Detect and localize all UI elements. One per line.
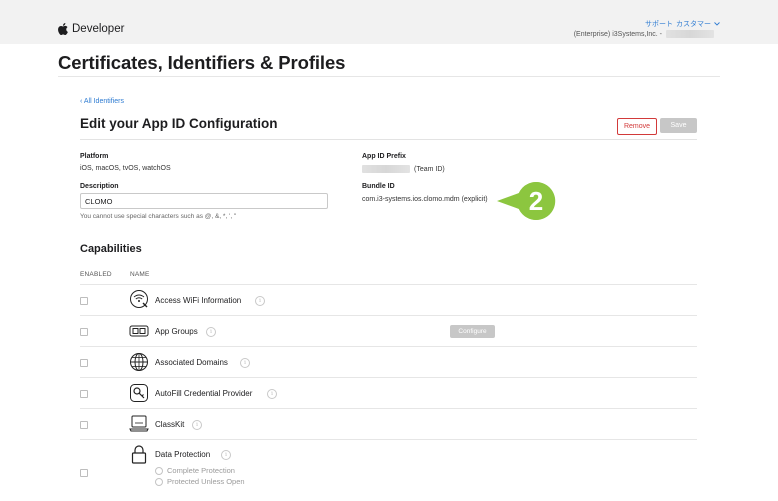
info-icon[interactable]: i: [267, 389, 277, 399]
option-label: Protected Unless Open: [167, 477, 245, 486]
radio-button[interactable]: [155, 466, 163, 475]
app-id-prefix-label: App ID Prefix: [362, 153, 406, 160]
option-label: Complete Protection: [167, 466, 235, 475]
wifi-info-icon: [130, 290, 148, 308]
redacted-account-name: [666, 30, 714, 38]
remove-button[interactable]: Remove: [617, 118, 657, 135]
capability-name: Associated Domains: [155, 358, 228, 367]
account-selector[interactable]: (Enterprise) i3Systems,Inc. -: [574, 30, 714, 38]
top-bar: Developer サポート カスタマー (Enterprise) i3Syst…: [0, 0, 778, 44]
step-badge-icon: 2: [497, 182, 556, 220]
autofill-checkbox[interactable]: [80, 390, 88, 398]
capability-name: App Groups: [155, 327, 198, 336]
platform-value: iOS, macOS, tvOS, watchOS: [80, 165, 171, 172]
capability-row-data-protection: Data Protection i Complete Protection Pr…: [80, 439, 697, 501]
description-label: Description: [80, 183, 119, 190]
lock-icon: [131, 445, 147, 464]
capability-name: ClassKit: [155, 420, 185, 429]
info-icon[interactable]: i: [221, 450, 231, 460]
associated-domains-checkbox[interactable]: [80, 359, 88, 367]
capability-row-autofill: AutoFill Credential Provider i: [80, 377, 697, 409]
title-divider: [58, 76, 720, 77]
info-icon[interactable]: i: [192, 420, 202, 430]
description-value: CLOMO: [85, 196, 113, 206]
capabilities-title: Capabilities: [80, 243, 142, 255]
bundle-id-label: Bundle ID: [362, 183, 395, 190]
app-groups-icon: [129, 325, 149, 337]
description-hint: You cannot use special characters such a…: [80, 213, 237, 220]
protected-unless-open-option[interactable]: Protected Unless Open: [155, 477, 245, 486]
classkit-checkbox[interactable]: [80, 421, 88, 429]
edit-title: Edit your App ID Configuration: [80, 116, 278, 131]
enabled-column-header: ENABLED: [80, 271, 112, 278]
brand-name: Developer: [72, 23, 125, 35]
globe-icon: [130, 353, 148, 371]
all-identifiers-link[interactable]: ‹ All Identifiers: [80, 98, 124, 105]
save-button[interactable]: Save: [660, 118, 697, 133]
bundle-id-value: com.i3-systems.ios.clomo.mdm (explicit): [362, 196, 488, 203]
capability-row-wifi: Access WiFi Information i: [80, 284, 697, 316]
data-protection-checkbox[interactable]: [80, 469, 88, 477]
platform-label: Platform: [80, 153, 109, 160]
capability-name: AutoFill Credential Provider: [155, 389, 253, 398]
section-divider: [80, 139, 697, 140]
customer-label: カスタマー: [676, 21, 711, 28]
capability-name: Data Protection: [155, 450, 211, 459]
capability-row-app-groups: App Groups i Configure: [80, 315, 697, 347]
developer-brand[interactable]: Developer: [58, 22, 124, 36]
app-id-prefix-value: (Team ID): [362, 165, 445, 173]
info-icon[interactable]: i: [240, 358, 250, 368]
apple-logo-icon: [58, 23, 68, 35]
description-input[interactable]: CLOMO: [80, 193, 328, 209]
redacted-team-id: [362, 165, 410, 173]
step-number: 2: [529, 186, 543, 216]
chevron-down-icon: [714, 22, 720, 26]
radio-button[interactable]: [155, 477, 163, 486]
team-id-suffix: (Team ID): [414, 165, 445, 173]
name-column-header: NAME: [130, 271, 150, 278]
capability-row-associated-domains: Associated Domains i: [80, 346, 697, 378]
account-label: (Enterprise) i3Systems,Inc. -: [573, 30, 662, 38]
wifi-checkbox[interactable]: [80, 297, 88, 305]
configure-button[interactable]: Configure: [450, 325, 495, 338]
info-icon[interactable]: i: [255, 296, 265, 306]
capability-name: Access WiFi Information: [155, 296, 242, 305]
info-icon[interactable]: i: [206, 327, 216, 337]
page-title: Certificates, Identifiers & Profiles: [58, 52, 346, 73]
capability-row-classkit: ClassKit i: [80, 408, 697, 440]
classkit-icon: [129, 415, 149, 432]
complete-protection-option[interactable]: Complete Protection: [155, 466, 235, 475]
support-label: サポート: [645, 21, 673, 28]
app-groups-checkbox[interactable]: [80, 328, 88, 336]
key-icon: [130, 384, 148, 402]
support-menu[interactable]: サポート カスタマー: [645, 19, 720, 29]
